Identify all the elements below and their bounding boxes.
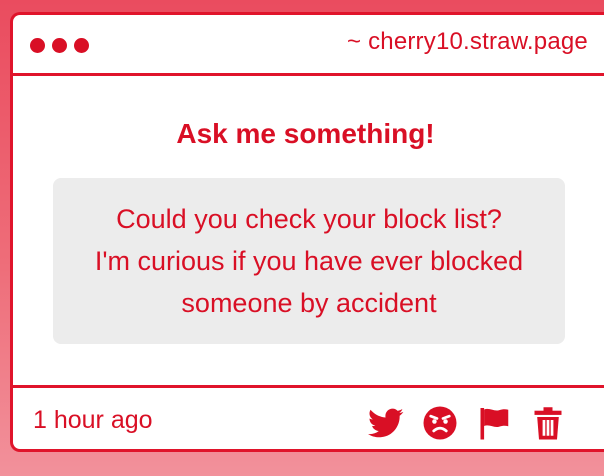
question-text: Could you check your block list? I'm cur… xyxy=(64,198,554,324)
question-line: I'm curious if you have ever blocked xyxy=(94,246,524,276)
window-titlebar: ~ cherry10.straw.page xyxy=(13,15,604,76)
question-box: Could you check your block list? I'm cur… xyxy=(53,178,565,344)
timestamp: 1 hour ago xyxy=(33,406,153,434)
window-dot xyxy=(52,38,67,53)
twitter-icon[interactable] xyxy=(368,405,404,441)
question-line: someone by accident xyxy=(181,288,437,318)
trash-icon[interactable] xyxy=(530,405,566,441)
page-url[interactable]: ~ cherry10.straw.page xyxy=(347,28,588,56)
flag-icon[interactable] xyxy=(476,405,512,441)
card-footer: 1 hour ago xyxy=(13,385,604,458)
window-dot xyxy=(30,38,45,53)
question-line: Could you check your block list? xyxy=(116,204,502,234)
window-dots xyxy=(30,38,89,53)
angry-face-icon[interactable] xyxy=(422,405,458,441)
action-icons xyxy=(368,405,566,441)
question-card: ~ cherry10.straw.page Ask me something! … xyxy=(10,12,604,452)
window-dot xyxy=(74,38,89,53)
page-title: Ask me something! xyxy=(176,118,435,149)
